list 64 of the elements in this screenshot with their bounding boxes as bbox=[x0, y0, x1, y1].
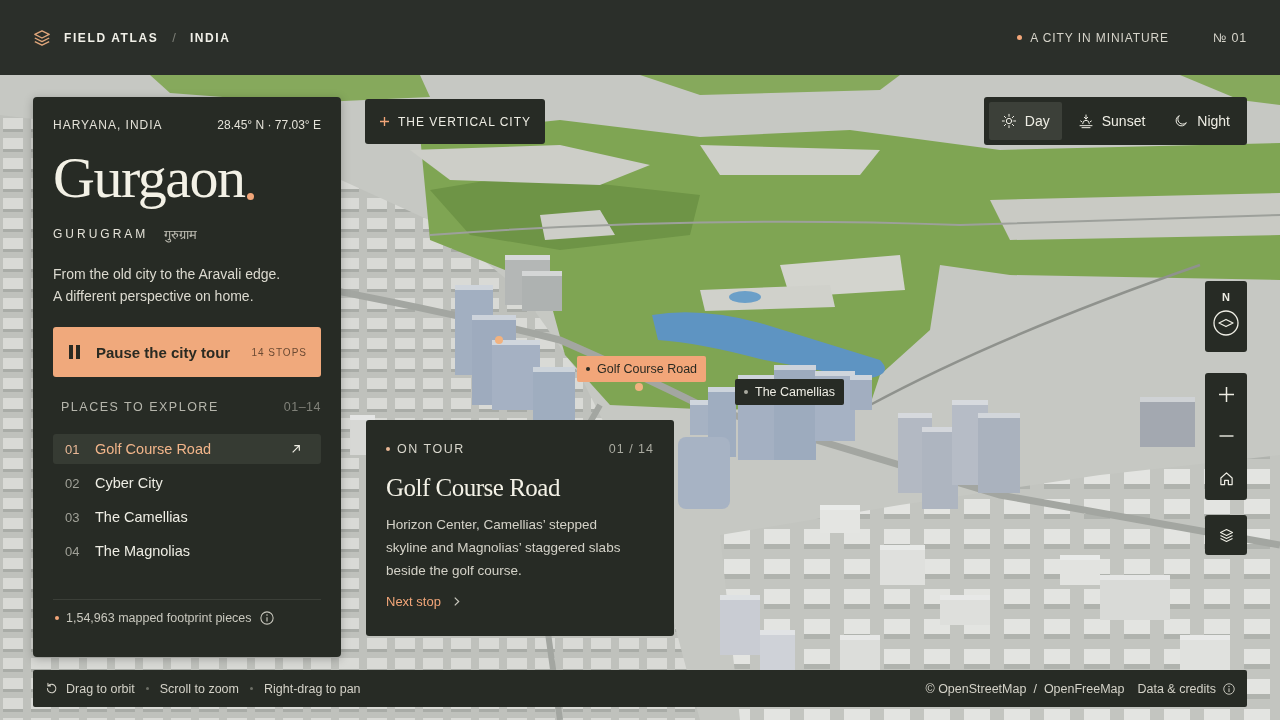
pause-tour-button[interactable]: Pause the city tour 14 STOPS bbox=[53, 327, 321, 377]
layers-icon bbox=[1218, 527, 1234, 543]
layers-button[interactable] bbox=[1205, 515, 1247, 555]
compass-button[interactable]: N bbox=[1205, 281, 1247, 352]
tagline: A CITY IN MINIATURE bbox=[1030, 30, 1169, 45]
accent-dot-icon bbox=[247, 193, 255, 200]
places-heading: PLACES TO EXPLORE bbox=[61, 400, 219, 414]
stop-marker-icon[interactable] bbox=[635, 383, 643, 391]
separator-dot-icon bbox=[250, 687, 253, 690]
time-mode-tab[interactable]: Night bbox=[1161, 102, 1242, 140]
arrow-up-right-icon bbox=[291, 444, 301, 454]
map-place-label[interactable]: The Camellias bbox=[735, 379, 844, 405]
time-mode-tab[interactable]: Day bbox=[988, 102, 1062, 140]
city-alt-name: GURUGRAM bbox=[53, 227, 149, 241]
next-stop-link[interactable]: Next stop bbox=[386, 594, 460, 609]
status-dot-icon bbox=[1017, 35, 1023, 40]
region-label: HARYANA, INDIA bbox=[53, 118, 163, 132]
status-dot-icon bbox=[386, 447, 390, 451]
plus-icon bbox=[380, 117, 389, 126]
coordinates-label: 28.45° N · 77.03° E bbox=[217, 118, 321, 132]
info-icon[interactable] bbox=[259, 611, 274, 625]
hint-text: Drag to orbit bbox=[66, 681, 135, 696]
moon-icon bbox=[1173, 113, 1190, 129]
layers-logo-icon bbox=[33, 28, 51, 47]
city-title: Gurgaon bbox=[53, 145, 245, 211]
tour-counter: 01 / 14 bbox=[608, 442, 654, 456]
tour-stop-description: Horizon Center, Camellias’ stepped skyline and Magnolias’ staggered slabs beside the golf course. bbox=[386, 516, 622, 580]
compass-icon bbox=[1213, 310, 1239, 336]
places-range: 01–14 bbox=[283, 400, 321, 414]
separator-dot-icon bbox=[145, 687, 149, 690]
status-dot-icon bbox=[55, 616, 59, 620]
info-icon bbox=[1223, 682, 1235, 695]
chapter-button[interactable]: THE VERTICAL CITY bbox=[365, 99, 546, 144]
hint-text: Right-drag to pan bbox=[264, 681, 361, 696]
issue-number: № 01 bbox=[1213, 30, 1247, 45]
marker-dot-icon bbox=[586, 367, 590, 371]
city-native-name: गुरुग्राम bbox=[164, 226, 198, 243]
minus-icon bbox=[1218, 435, 1234, 438]
hint-text: Scroll to zoom bbox=[159, 681, 239, 696]
brand-link[interactable]: FIELD ATLAS bbox=[64, 30, 159, 45]
tour-status-label: ON TOUR bbox=[397, 442, 465, 456]
map-place-label[interactable]: Golf Course Road bbox=[577, 356, 707, 382]
plus-icon bbox=[1218, 386, 1234, 402]
sun-icon bbox=[1000, 113, 1017, 129]
place-list-item[interactable]: 03 The Camellias bbox=[53, 502, 321, 532]
region-label: INDIA bbox=[189, 30, 231, 45]
city-description: From the old city to the Aravali edge. A different perspective on home. bbox=[53, 265, 282, 306]
attribution-separator: / bbox=[1033, 681, 1037, 696]
tour-stop-title: Golf Course Road bbox=[386, 473, 561, 503]
place-list-item[interactable]: 01 Golf Course Road bbox=[53, 434, 321, 464]
attribution-link[interactable]: © OpenStreetMap bbox=[925, 681, 1027, 696]
marker-dot-icon bbox=[744, 390, 748, 394]
attribution-link[interactable]: OpenFreeMap bbox=[1043, 681, 1125, 696]
home-icon bbox=[1218, 471, 1234, 487]
breadcrumb-separator: / bbox=[172, 30, 176, 45]
time-mode-tab[interactable]: Sunset bbox=[1065, 102, 1158, 140]
chevron-right-icon bbox=[452, 596, 460, 607]
place-list-item[interactable]: 04 The Magnolias bbox=[53, 536, 321, 566]
stop-marker-icon[interactable] bbox=[495, 336, 503, 344]
rotate-icon bbox=[45, 682, 58, 695]
place-list-item[interactable]: 02 Cyber City bbox=[53, 468, 321, 498]
sunset-icon bbox=[1077, 113, 1094, 129]
footprint-count: 1,54,963 mapped footprint pieces bbox=[66, 611, 252, 625]
credits-button[interactable]: Data & credits bbox=[1137, 681, 1235, 696]
